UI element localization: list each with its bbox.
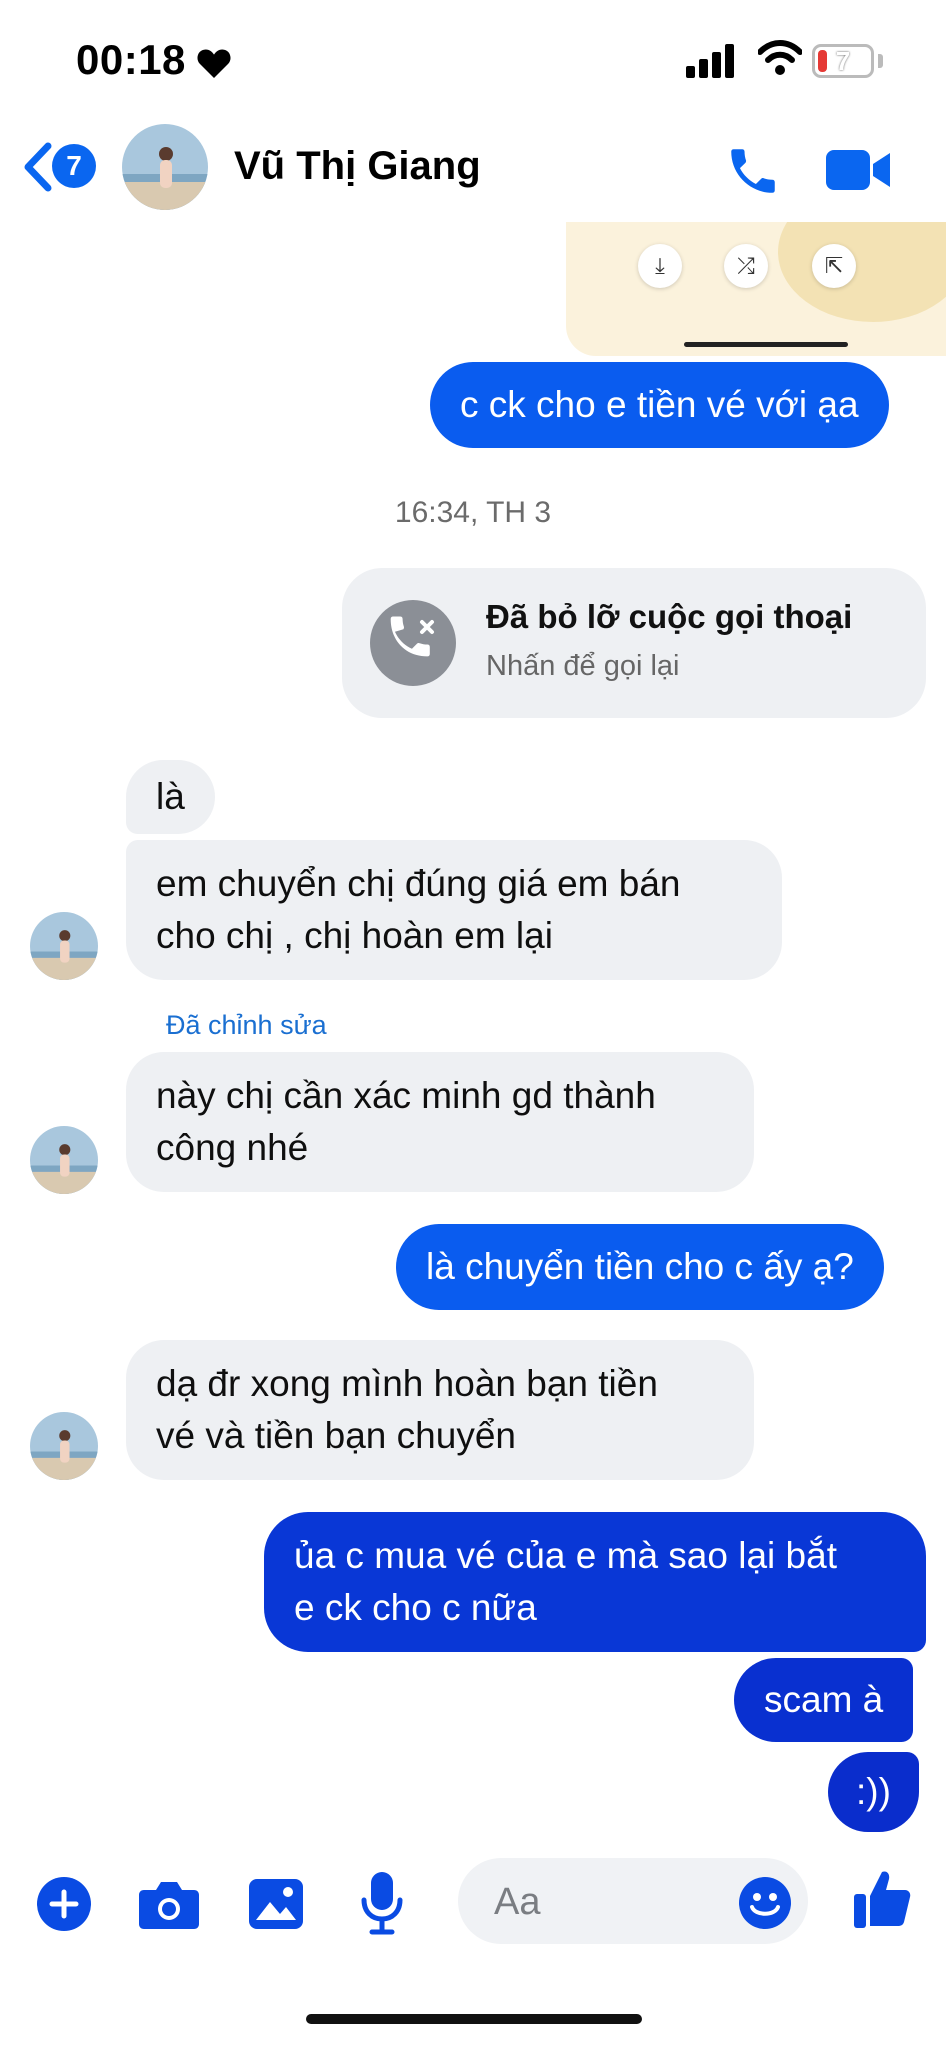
message-text-line: dạ đr xong mình hoàn bạn tiền — [156, 1363, 658, 1404]
message-outgoing[interactable]: scam à — [734, 1658, 914, 1742]
thumbs-up-icon[interactable] — [852, 1868, 912, 1930]
message-text-line: e ck cho c nữa — [294, 1587, 537, 1628]
message-outgoing[interactable]: ủa c mua vé của e mà sao lại bắt e ck ch… — [264, 1512, 926, 1652]
message-input-pill[interactable] — [458, 1858, 808, 1946]
missed-call-bubble[interactable]: Đã bỏ lỡ cuộc gọi thoại Nhấn để gọi lại — [342, 568, 926, 718]
coin-graphic — [778, 222, 946, 322]
phone-icon[interactable] — [724, 142, 782, 200]
video-camera-icon[interactable] — [826, 148, 892, 192]
microphone-icon[interactable] — [360, 1870, 404, 1936]
heart-icon — [197, 49, 231, 78]
message-text: :)) — [856, 1771, 891, 1812]
sender-avatar[interactable] — [30, 912, 98, 980]
battery-nub — [878, 54, 883, 68]
message-incoming[interactable]: là — [126, 760, 215, 834]
message-text-line: ủa c mua vé của e mà sao lại bắt — [294, 1535, 837, 1576]
media-handle-bar — [684, 342, 848, 347]
share-out-icon[interactable]: ⇱ — [812, 244, 856, 288]
message-text-line: cho chị , chị hoàn em lại — [156, 915, 553, 956]
status-time: 00:18 — [76, 36, 186, 83]
message-text-line: em chuyển chị đúng giá em bán — [156, 863, 681, 904]
image-icon[interactable] — [248, 1878, 304, 1930]
message-incoming[interactable]: em chuyển chị đúng giá em bán cho chị , … — [126, 840, 782, 980]
message-timestamp: 16:34, TH 3 — [394, 496, 552, 529]
message-text: là chuyển tiền cho c ấy ạ? — [426, 1246, 854, 1287]
message-text: là — [156, 776, 185, 817]
plus-icon[interactable] — [36, 1876, 92, 1932]
message-text-line: này chị cần xác minh gd thành — [156, 1075, 656, 1116]
message-text-line: vé và tiền bạn chuyển — [156, 1415, 516, 1456]
message-text: c ck cho e tiền vé với ạa — [460, 384, 859, 425]
message-incoming[interactable]: này chị cần xác minh gd thành công nhé — [126, 1052, 754, 1192]
shuffle-icon[interactable]: ⤮ — [724, 244, 768, 288]
signal-icon — [686, 44, 734, 78]
edited-label: Đã chỉnh sửa — [166, 1010, 327, 1040]
camera-icon[interactable] — [138, 1878, 200, 1930]
contact-avatar[interactable] — [122, 124, 208, 210]
sender-avatar[interactable] — [30, 1412, 98, 1480]
shared-media-card[interactable]: ⤓ ⤮ ⇱ — [566, 222, 946, 356]
missed-call-subtitle: Nhấn để gọi lại — [486, 650, 680, 682]
message-text: scam à — [764, 1679, 884, 1720]
download-icon[interactable]: ⤓ — [638, 244, 682, 288]
battery-icon: 7 — [812, 44, 874, 78]
missed-call-icon — [370, 600, 456, 686]
message-outgoing[interactable]: là chuyển tiền cho c ấy ạ? — [396, 1224, 884, 1310]
emoji-icon[interactable] — [738, 1876, 792, 1930]
message-input[interactable] — [492, 1858, 716, 1946]
unread-badge[interactable]: 7 — [52, 144, 96, 188]
message-incoming[interactable]: dạ đr xong mình hoàn bạn tiền vé và tiền… — [126, 1340, 754, 1480]
message-text-line: công nhé — [156, 1127, 309, 1168]
back-chevron-icon[interactable] — [20, 142, 54, 192]
battery-level: 7 — [835, 46, 851, 76]
home-indicator — [306, 2014, 642, 2024]
sender-avatar[interactable] — [30, 1126, 98, 1194]
message-outgoing[interactable]: :)) — [828, 1752, 919, 1832]
missed-call-title: Đã bỏ lỡ cuộc gọi thoại — [486, 598, 853, 635]
contact-name[interactable]: Vũ Thị Giang — [234, 144, 481, 189]
message-outgoing[interactable]: c ck cho e tiền vé với ạa — [430, 362, 889, 448]
wifi-icon — [758, 40, 802, 75]
